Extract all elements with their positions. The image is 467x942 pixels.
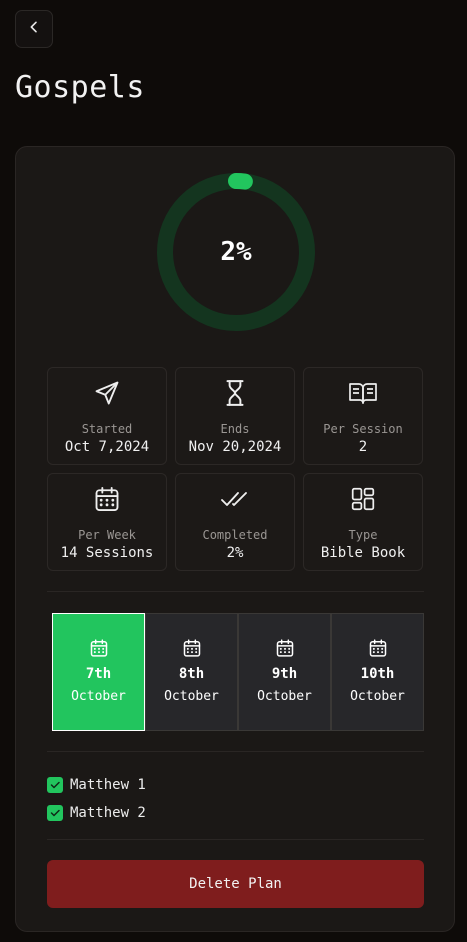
book-open-icon: [348, 378, 378, 408]
day-item-8th[interactable]: 8th October: [145, 613, 238, 731]
stats-grid: Started Oct 7,2024 Ends Nov 20,2024 Per …: [47, 367, 424, 571]
calendar-icon: [93, 484, 121, 514]
stat-label: Started: [81, 422, 133, 436]
reading-list: Matthew 1 Matthew 2: [47, 771, 146, 827]
stat-label: Completed: [202, 528, 268, 542]
stat-ends: Ends Nov 20,2024: [175, 367, 295, 465]
day-item-9th[interactable]: 9th October: [238, 613, 331, 731]
stat-label: Per Session: [323, 422, 403, 436]
day-item-10th[interactable]: 10th October: [331, 613, 424, 731]
plan-card: 2% Started Oct 7,2024 Ends Nov 20,2024 P…: [15, 146, 455, 932]
day-month: October: [257, 689, 312, 704]
stat-label: Type: [348, 528, 378, 542]
day-item-7th[interactable]: 7th October: [52, 613, 145, 731]
day-month: October: [164, 689, 219, 704]
reading-label: Matthew 2: [70, 805, 146, 821]
stat-value: 14 Sessions: [60, 545, 154, 561]
day-number: 8th: [178, 666, 205, 682]
layout-grid-icon: [350, 484, 376, 514]
check-check-icon: [220, 484, 250, 514]
stat-per-session: Per Session 2: [303, 367, 423, 465]
calendar-icon: [368, 638, 388, 658]
checkbox[interactable]: [47, 777, 63, 793]
stat-value: Oct 7,2024: [64, 439, 150, 455]
day-number: 9th: [271, 666, 298, 682]
day-selector: 7th October 8th October 9th October 10th…: [52, 613, 424, 731]
calendar-icon: [89, 638, 109, 658]
delete-plan-button[interactable]: Delete Plan: [47, 860, 424, 908]
stat-value: Nov 20,2024: [188, 439, 282, 455]
stat-value: 2: [358, 439, 368, 455]
stat-per-week: Per Week 14 Sessions: [47, 473, 167, 571]
send-icon: [93, 378, 121, 408]
stat-completed: Completed 2%: [175, 473, 295, 571]
stat-started: Started Oct 7,2024: [47, 367, 167, 465]
day-number: 10th: [360, 666, 395, 682]
checkbox[interactable]: [47, 805, 63, 821]
hourglass-icon: [222, 378, 248, 408]
progress-ring: 2%: [156, 172, 316, 332]
reading-item-matthew-1[interactable]: Matthew 1: [47, 771, 146, 799]
day-month: October: [350, 689, 405, 704]
reading-label: Matthew 1: [70, 777, 146, 793]
divider: [47, 591, 424, 592]
calendar-icon: [275, 638, 295, 658]
divider: [47, 751, 424, 752]
day-number: 7th: [85, 666, 112, 682]
chevron-left-icon: [26, 19, 42, 39]
stat-label: Per Week: [78, 528, 136, 542]
calendar-icon: [182, 638, 202, 658]
page-title: Gospels: [15, 70, 145, 105]
stat-type: Type Bible Book: [303, 473, 423, 571]
progress-percent: 2%: [220, 237, 252, 267]
stat-value: Bible Book: [320, 545, 406, 561]
stat-label: Ends: [220, 422, 250, 436]
day-month: October: [71, 689, 126, 704]
reading-item-matthew-2[interactable]: Matthew 2: [47, 799, 146, 827]
stat-value: 2%: [226, 545, 244, 561]
back-button[interactable]: [15, 10, 53, 48]
divider: [47, 839, 424, 840]
